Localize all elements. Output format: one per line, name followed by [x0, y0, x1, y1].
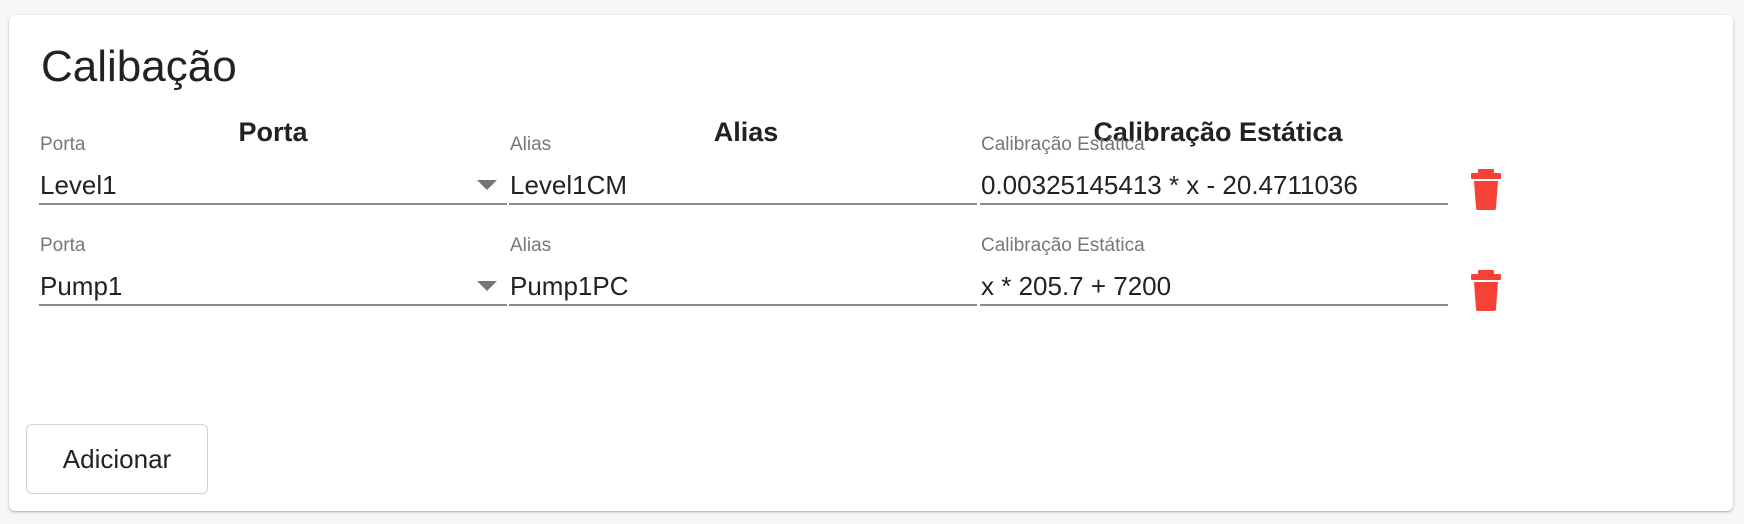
- porta-select-value[interactable]: Pump1: [40, 270, 504, 302]
- porta-select-label: Porta: [40, 235, 86, 256]
- alias-field-label: Alias: [510, 134, 552, 155]
- alias-field-underline: [509, 304, 977, 306]
- alias-field[interactable]: Alias: [509, 135, 977, 205]
- porta-select[interactable]: Porta Level1: [39, 135, 507, 205]
- alias-input[interactable]: [510, 270, 974, 302]
- calibracao-input[interactable]: [981, 169, 1445, 201]
- calibracao-field-label: Calibração Estática: [981, 134, 1145, 155]
- dropdown-arrow-icon[interactable]: [477, 281, 497, 291]
- dropdown-arrow-icon[interactable]: [477, 180, 497, 190]
- alias-field-underline: [509, 203, 977, 205]
- alias-field-label: Alias: [510, 235, 552, 256]
- page-title: Calibação: [41, 42, 237, 91]
- add-button[interactable]: Adicionar: [26, 424, 208, 494]
- calibracao-input[interactable]: [981, 270, 1445, 302]
- porta-select-underline: [39, 304, 507, 306]
- alias-input[interactable]: [510, 169, 974, 201]
- calibracao-field[interactable]: Calibração Estática: [980, 236, 1448, 306]
- delete-row-button[interactable]: [1466, 266, 1506, 312]
- calibracao-field-underline: [980, 203, 1448, 205]
- calibracao-field[interactable]: Calibração Estática: [980, 135, 1448, 205]
- calibracao-field-underline: [980, 304, 1448, 306]
- calibracao-field-label: Calibração Estática: [981, 235, 1145, 256]
- calibration-card: Calibação Porta Alias Calibração Estátic…: [9, 15, 1733, 511]
- delete-row-button[interactable]: [1466, 165, 1506, 211]
- porta-select[interactable]: Porta Pump1: [39, 236, 507, 306]
- trash-icon: [1471, 270, 1501, 311]
- porta-select-underline: [39, 203, 507, 205]
- trash-icon: [1471, 169, 1501, 210]
- alias-field[interactable]: Alias: [509, 236, 977, 306]
- porta-select-label: Porta: [40, 134, 86, 155]
- porta-select-value[interactable]: Level1: [40, 169, 504, 201]
